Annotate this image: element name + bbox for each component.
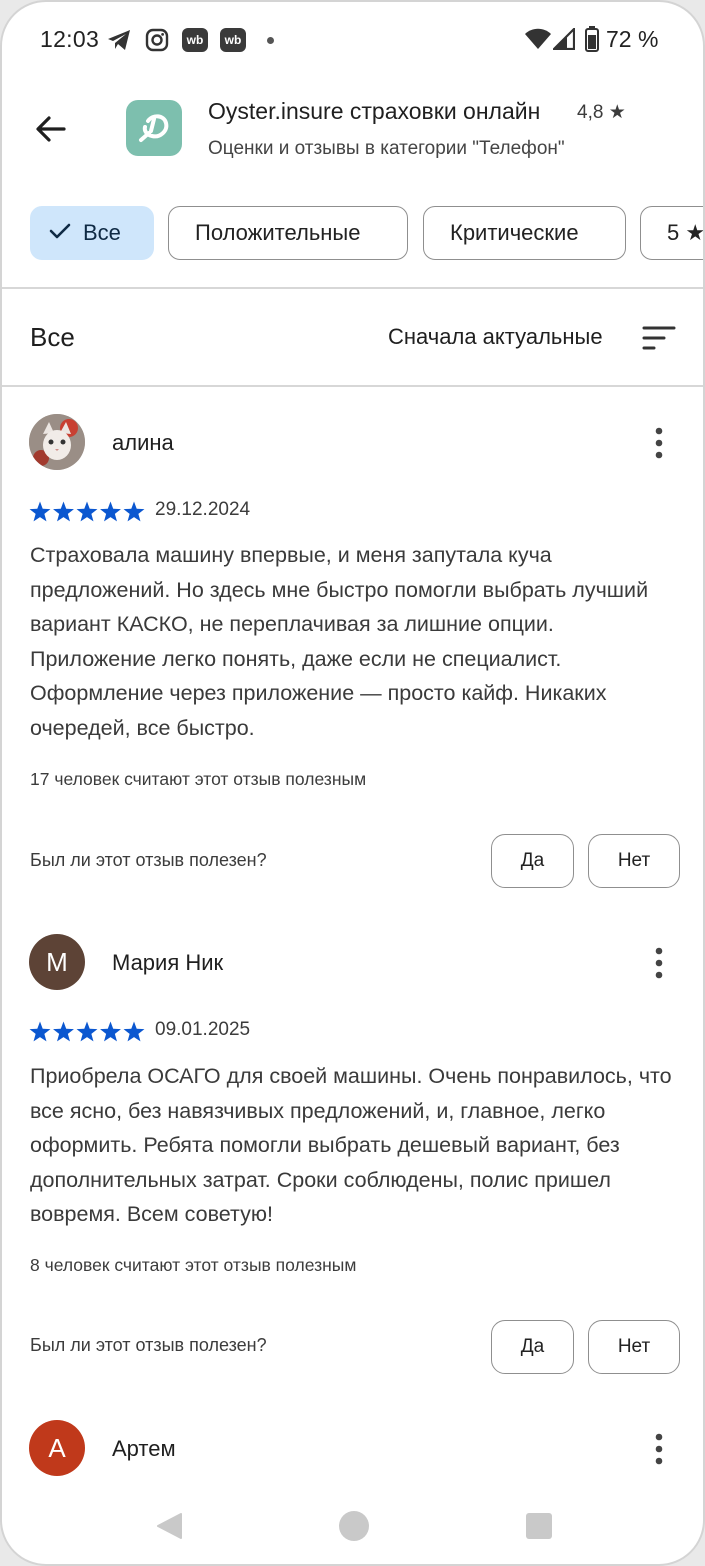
- star-icon: [53, 1021, 74, 1042]
- avatar[interactable]: А: [29, 1420, 85, 1476]
- helpful-count: 17 человек считают этот отзыв полезным: [30, 769, 367, 789]
- avatar[interactable]: М: [29, 934, 85, 990]
- filter-chip-all[interactable]: Все: [30, 206, 154, 260]
- helpful-no-button[interactable]: Нет: [588, 834, 680, 888]
- review-author: Мария Ник: [112, 950, 224, 975]
- star-icon: [53, 501, 74, 522]
- battery-percent: 72 %: [606, 26, 659, 52]
- system-navigation-bar: [2, 1492, 703, 1562]
- telegram-icon: [108, 30, 130, 50]
- divider: [2, 287, 703, 289]
- helpful-yes-button[interactable]: Да: [491, 1320, 574, 1374]
- back-arrow-icon[interactable]: [32, 110, 70, 148]
- avatar-photo-cat: [29, 414, 85, 470]
- star-icon: [29, 1021, 51, 1042]
- star-rating: [29, 501, 145, 522]
- star-icon: [29, 501, 51, 522]
- status-time: 12:03: [40, 26, 100, 52]
- star-icon: [123, 501, 145, 522]
- helpful-no-button[interactable]: Нет: [588, 1320, 680, 1374]
- nav-home-icon[interactable]: [338, 1510, 370, 1542]
- instagram-icon: [145, 28, 169, 52]
- more-options-icon[interactable]: [648, 946, 670, 980]
- divider: [2, 385, 703, 387]
- star-icon: [100, 501, 121, 522]
- sort-mode-button[interactable]: Сначала актуальные: [388, 324, 603, 350]
- filter-chip-5-stars[interactable]: 5 ★: [640, 206, 705, 260]
- review-author: Артем: [112, 1436, 176, 1461]
- filter-chip-label: Все: [83, 220, 121, 245]
- filter-chip-label: Критические: [450, 220, 579, 245]
- app-title: Oyster.insure страховки онлайн: [208, 98, 541, 124]
- star-icon: ★: [608, 102, 626, 123]
- check-icon: [49, 223, 71, 239]
- more-options-icon[interactable]: [648, 426, 670, 460]
- wifi-icon: [525, 28, 551, 49]
- star-rating: [29, 1021, 145, 1042]
- nav-back-icon[interactable]: [154, 1511, 184, 1541]
- app-logo-icon: [139, 114, 169, 142]
- helpful-yes-button[interactable]: Да: [491, 834, 574, 888]
- more-options-icon[interactable]: [648, 1432, 670, 1466]
- app-rating: 4,8 ★: [577, 101, 626, 124]
- app-icon[interactable]: [126, 100, 182, 156]
- wb-icon: wb: [220, 28, 246, 52]
- review-text: Страховала машину впервые, и меня запута…: [30, 543, 649, 740]
- star-icon: [76, 501, 98, 522]
- star-icon: [100, 1021, 121, 1042]
- signal-icon: [553, 28, 575, 50]
- filter-chip-label: Положительные: [195, 220, 361, 245]
- helpful-question: Был ли этот отзыв полезен?: [30, 850, 267, 870]
- filter-chip-label: 5: [667, 220, 680, 245]
- reviews-section-label: Все: [30, 322, 75, 352]
- star-icon: [123, 1021, 145, 1042]
- review-date: 09.01.2025: [155, 1019, 251, 1040]
- sort-icon[interactable]: [642, 324, 676, 352]
- review-author: алина: [112, 430, 174, 455]
- filter-chip-positive[interactable]: Положительные: [168, 206, 408, 260]
- avatar[interactable]: [29, 414, 85, 470]
- helpful-count: 8 человек считают этот отзыв полезным: [30, 1255, 357, 1275]
- filter-chip-critical[interactable]: Критические: [423, 206, 626, 260]
- star-icon: ★: [685, 220, 705, 245]
- more-notifications-dot: [267, 37, 274, 44]
- review-date: 29.12.2024: [155, 499, 251, 520]
- status-bar: 12:03 wb wb 72 %: [2, 2, 703, 80]
- app-rating-value: 4,8: [577, 102, 604, 123]
- phone-screen: 12:03 wb wb 72 % Oyster.insure страховки…: [0, 0, 705, 1566]
- review-text: Приобрела ОСАГО для своей машины. Очень …: [30, 1064, 672, 1226]
- wb-icon: wb: [182, 28, 208, 52]
- battery-icon: [585, 26, 599, 52]
- star-icon: [76, 1021, 98, 1042]
- helpful-question: Был ли этот отзыв полезен?: [30, 1335, 267, 1355]
- nav-recents-icon[interactable]: [525, 1512, 553, 1540]
- reviews-category-subtitle: Оценки и отзывы в категории "Телефон": [208, 138, 565, 159]
